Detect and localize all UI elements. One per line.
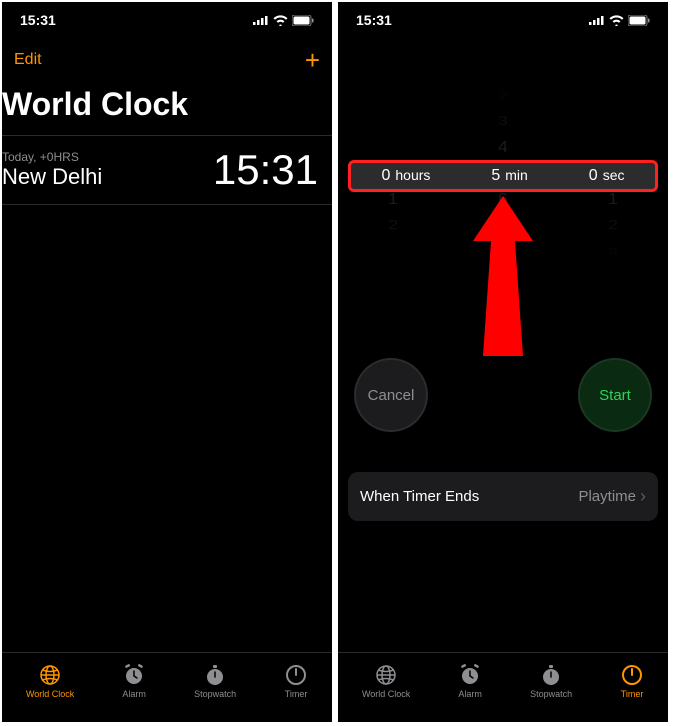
battery-icon [628, 15, 650, 26]
signal-icon [589, 15, 605, 25]
nav-bar: Edit + [2, 38, 332, 82]
when-timer-ends-value: Playtime [578, 488, 636, 505]
clock-list: Today, +0HRS New Delhi 15:31 [2, 135, 332, 652]
timer-icon [620, 663, 644, 687]
tab-worldclock[interactable]: World Clock [362, 663, 410, 699]
clock-time: 15:31 [213, 146, 318, 194]
status-icons [589, 15, 650, 26]
timer-icon [284, 663, 308, 687]
wifi-icon [609, 15, 624, 26]
when-timer-ends-label: When Timer Ends [360, 488, 479, 505]
globe-icon [374, 663, 398, 687]
edit-button[interactable]: Edit [14, 51, 42, 69]
status-time: 15:31 [20, 12, 56, 28]
tab-stopwatch[interactable]: Stopwatch [530, 663, 572, 699]
globe-icon [38, 663, 62, 687]
tab-label: Alarm [122, 689, 146, 699]
tab-worldclock[interactable]: World Clock [26, 663, 74, 699]
tab-label: World Clock [362, 689, 410, 699]
stopwatch-icon [203, 663, 227, 687]
tab-label: World Clock [26, 689, 74, 699]
signal-icon [253, 15, 269, 25]
status-bar: 15:31 [2, 2, 332, 38]
clock-city: New Delhi [2, 164, 102, 190]
tab-bar: World Clock Alarm Stopwatch Timer [2, 652, 332, 722]
picker-selection-bar: 0hours 5min 0sec [348, 160, 658, 192]
page-title: World Clock [2, 82, 332, 135]
tab-timer[interactable]: Timer [284, 663, 308, 699]
phone-worldclock: 15:31 Edit + World Clock Today, +0HRS Ne… [2, 2, 332, 722]
tab-stopwatch[interactable]: Stopwatch [194, 663, 236, 699]
time-picker[interactable]: 0 1 2 2 3 4 0 6 7 8 0 1 2 3 0hours 5min [338, 68, 668, 298]
alarm-icon [122, 663, 146, 687]
battery-icon [292, 15, 314, 26]
tab-label: Alarm [458, 689, 482, 699]
clock-offset: Today, +0HRS [2, 150, 102, 164]
start-button[interactable]: Start [578, 358, 652, 432]
chevron-right-icon: › [640, 486, 646, 507]
tab-label: Stopwatch [530, 689, 572, 699]
status-bar: 15:31 [338, 2, 668, 38]
status-icons [253, 15, 314, 26]
timer-buttons-row: Cancel Start [338, 358, 668, 432]
status-time: 15:31 [356, 12, 392, 28]
stopwatch-icon [539, 663, 563, 687]
phone-timer: 15:31 0 1 2 2 3 4 0 6 [338, 2, 668, 722]
alarm-icon [458, 663, 482, 687]
add-button[interactable]: + [305, 45, 320, 76]
tab-bar: World Clock Alarm Stopwatch Timer [338, 652, 668, 722]
cancel-button[interactable]: Cancel [354, 358, 428, 432]
tab-timer[interactable]: Timer [620, 663, 644, 699]
tab-alarm[interactable]: Alarm [122, 663, 146, 699]
tab-alarm[interactable]: Alarm [458, 663, 482, 699]
tab-label: Stopwatch [194, 689, 236, 699]
tab-label: Timer [285, 689, 308, 699]
when-timer-ends-row[interactable]: When Timer Ends Playtime › [348, 472, 658, 521]
tab-label: Timer [621, 689, 644, 699]
wifi-icon [273, 15, 288, 26]
clock-row[interactable]: Today, +0HRS New Delhi 15:31 [2, 135, 332, 205]
